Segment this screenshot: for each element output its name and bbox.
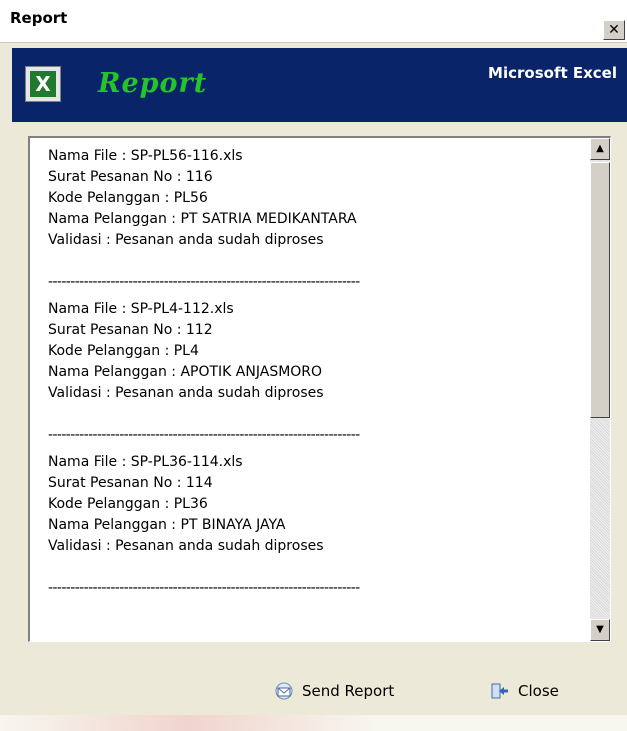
product-name: Microsoft Excel [488,64,617,82]
vertical-scrollbar[interactable]: ▲ ▼ [590,138,610,641]
title-bar[interactable]: Report ✕ [0,0,627,43]
customer-name-line: Nama Pelanggan : PT BINAYA JAYA [48,517,286,533]
order-no-line: Surat Pesanan No : 116 [48,169,213,185]
customer-code-line: Kode Pelanggan : PL4 [48,343,199,359]
window-title: Report [10,9,68,27]
exit-door-icon [490,682,510,700]
order-no-line: Surat Pesanan No : 112 [48,322,213,338]
customer-name-line: Nama Pelanggan : APOTIK ANJASMORO [48,364,323,380]
separator-line: ----------------------------------------… [48,274,360,290]
bottom-watermark [0,715,627,731]
separator-line: ----------------------------------------… [48,580,360,596]
report-textarea[interactable]: Nama File : SP-PL56-116.xls Surat Pesana… [28,136,611,642]
validation-line: Validasi : Pesanan anda sudah diproses [48,232,324,248]
header-banner: X Report Microsoft Excel [12,48,627,122]
validation-line: Validasi : Pesanan anda sudah diproses [48,385,324,401]
send-report-label: Send Report [302,682,395,700]
envelope-icon [274,682,294,700]
window-close-button[interactable]: ✕ [603,20,625,40]
customer-code-line: Kode Pelanggan : PL36 [48,496,208,512]
report-entry: Nama File : SP-PL56-116.xls Surat Pesana… [48,146,588,251]
report-entry: Nama File : SP-PL36-114.xls Surat Pesana… [48,452,588,557]
scroll-thumb[interactable] [590,162,610,418]
close-button[interactable]: Close [490,678,559,704]
report-content: Nama File : SP-PL56-116.xls Surat Pesana… [48,146,588,605]
customer-name-line: Nama Pelanggan : PT SATRIA MEDIKANTARA [48,211,357,227]
file-line: Nama File : SP-PL56-116.xls [48,148,243,164]
file-line: Nama File : SP-PL36-114.xls [48,454,243,470]
separator-line: ----------------------------------------… [48,427,360,443]
banner-heading: Report [98,68,208,99]
file-line: Nama File : SP-PL4-112.xls [48,301,234,317]
send-report-button[interactable]: Send Report [274,678,394,704]
close-label: Close [518,682,559,700]
report-entry: Nama File : SP-PL4-112.xls Surat Pesanan… [48,299,588,404]
validation-line: Validasi : Pesanan anda sudah diproses [48,538,324,554]
order-no-line: Surat Pesanan No : 114 [48,475,213,491]
excel-icon: X [25,66,61,102]
scroll-down-button[interactable]: ▼ [590,619,610,641]
scroll-up-button[interactable]: ▲ [590,138,610,160]
customer-code-line: Kode Pelanggan : PL56 [48,190,208,206]
report-window: Report ✕ X Report Microsoft Excel Nama F… [0,0,627,731]
